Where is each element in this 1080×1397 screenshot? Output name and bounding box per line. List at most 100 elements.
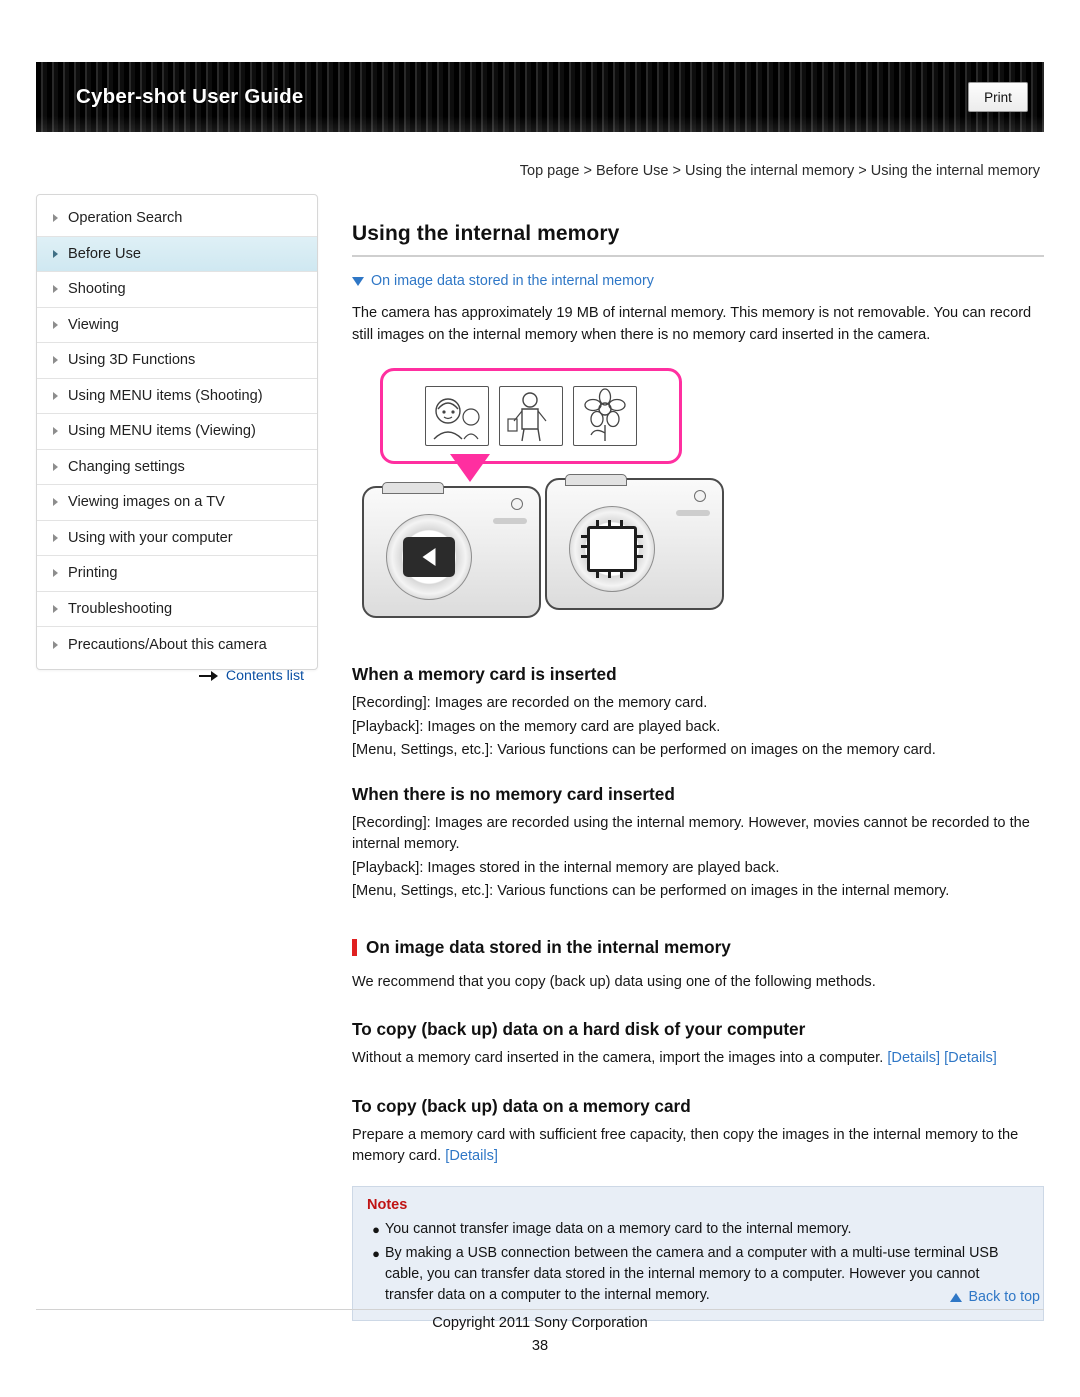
title-divider <box>352 255 1044 257</box>
sidebar-item-shooting[interactable]: Shooting <box>37 272 317 308</box>
camera-grip-stripe <box>493 518 527 524</box>
bullet-icon: ● <box>372 1221 380 1237</box>
notes-title: Notes <box>367 1196 408 1213</box>
jump-to-section-link[interactable]: On image data stored in the internal mem… <box>352 273 1044 289</box>
sidebar-navigation: Operation Search Before Use Shooting Vie… <box>36 194 318 670</box>
contents-list-label: Contents list <box>225 668 304 684</box>
sidebar-item-viewing[interactable]: Viewing <box>37 308 317 343</box>
print-button[interactable]: Print <box>968 82 1028 112</box>
sidebar-item-label: Using MENU items (Viewing) <box>68 423 256 440</box>
sidebar-item-label: Operation Search <box>68 210 183 227</box>
chevron-right-icon <box>51 497 61 507</box>
sidebar-item-operation-search[interactable]: Operation Search <box>37 201 317 237</box>
no-card-line-2: [Playback]: Images stored in the interna… <box>352 859 780 876</box>
note-item: ● You cannot transfer image data on a me… <box>367 1219 1029 1240</box>
copy-memory-card-text: Prepare a memory card with sufficient fr… <box>352 1125 1044 1168</box>
sidebar-item-changing-settings[interactable]: Changing settings <box>37 450 317 485</box>
heading-copy-hard-disk: To copy (back up) data on a hard disk of… <box>352 1019 806 1039</box>
sidebar-item-label: Changing settings <box>68 458 185 475</box>
no-card-line-1: [Recording]: Images are recorded using t… <box>352 814 1030 853</box>
heading-copy-memory-card: To copy (back up) data on a memory card <box>352 1095 691 1116</box>
sidebar-item-label: Viewing images on a TV <box>68 494 225 511</box>
camera-lens <box>569 506 655 592</box>
page-title: Using the internal memory <box>352 222 620 245</box>
heading-card-inserted: When a memory card is inserted <box>352 664 617 684</box>
sidebar-item-using-3d-functions[interactable]: Using 3D Functions <box>37 343 317 379</box>
sidebar-item-troubleshooting[interactable]: Troubleshooting <box>37 592 317 627</box>
portrait-photo-thumbnail <box>425 386 489 446</box>
person-photo-thumbnail <box>499 386 563 446</box>
flower-photo-thumbnail <box>573 386 637 446</box>
internal-memory-illustration <box>362 368 724 638</box>
sidebar-item-using-with-your-computer[interactable]: Using with your computer <box>37 521 317 556</box>
sidebar-item-label: Using MENU items (Shooting) <box>68 387 263 404</box>
camera-shutter-button <box>694 490 706 502</box>
card-inserted-line-2: [Playback]: Images on the memory card ar… <box>352 718 721 735</box>
copy-hard-disk-sentence: Without a memory card inserted in the ca… <box>352 1050 888 1066</box>
camera-lens <box>386 514 472 600</box>
note-item-text: You cannot transfer image data on a memo… <box>385 1220 852 1237</box>
sidebar-item-using-menu-items-shooting[interactable]: Using MENU items (Shooting) <box>37 379 317 414</box>
breadcrumb[interactable]: Top page > Before Use > Using the intern… <box>520 163 1040 179</box>
back-to-top-link[interactable]: Back to top <box>950 1289 1040 1305</box>
sidebar-item-label: Precautions/About this camera <box>68 636 267 653</box>
sidebar-item-label: Using with your computer <box>68 529 233 546</box>
chevron-right-icon <box>51 391 61 401</box>
details-link-hard-disk-2[interactable]: [Details] <box>944 1050 997 1066</box>
details-link-memory-card[interactable]: [Details] <box>445 1148 498 1164</box>
thumbnail-group <box>380 368 682 464</box>
heading-no-card: When there is no memory card inserted <box>352 783 675 804</box>
arrow-right-icon <box>198 671 221 681</box>
card-inserted-line-3: [Menu, Settings, etc.]: Various function… <box>352 742 936 758</box>
sidebar-item-label: Shooting <box>68 281 126 298</box>
chevron-right-icon <box>51 426 61 436</box>
chevron-right-icon <box>51 568 61 578</box>
bullet-icon: ● <box>372 1245 380 1261</box>
camera-with-memory-card <box>362 482 541 618</box>
internal-memory-chip-icon <box>581 520 643 578</box>
notes-box: Notes ● You cannot transfer image data o… <box>352 1185 1044 1321</box>
contents-list-link[interactable]: Contents list <box>36 668 316 684</box>
chevron-right-icon <box>51 213 61 223</box>
back-to-top-label: Back to top <box>968 1289 1040 1305</box>
camera-flash-housing <box>382 482 444 494</box>
footer-divider <box>36 1309 1044 1310</box>
flower-photo-icon <box>584 388 626 441</box>
sidebar-item-viewing-images-on-a-tv[interactable]: Viewing images on a TV <box>37 485 317 521</box>
chevron-right-icon <box>51 462 61 472</box>
app-title: Cyber-shot User Guide <box>76 85 304 108</box>
sidebar-item-label: Viewing <box>68 316 119 333</box>
sidebar-item-label: Before Use <box>68 245 142 262</box>
copy-hard-disk-text: Without a memory card inserted in the ca… <box>352 1048 1044 1070</box>
heading-on-image-data: On image data stored in the internal mem… <box>352 937 1044 958</box>
intro-paragraph: The camera has approximately 19 MB of in… <box>352 305 1032 343</box>
card-inserted-line-1: [Recording]: Images are recorded on the … <box>352 695 708 711</box>
person-photo-icon <box>507 392 547 442</box>
portrait-photo-icon <box>433 398 480 440</box>
camera-shutter-button <box>511 498 523 510</box>
note-item-text: By making a USB connection between the c… <box>385 1244 999 1303</box>
sidebar-item-before-use[interactable]: Before Use <box>37 236 317 272</box>
chevron-right-icon <box>51 355 61 365</box>
triangle-down-icon <box>352 276 364 286</box>
page-number: 38 <box>531 1338 549 1354</box>
page-header-banner: Cyber-shot User Guide Print <box>36 62 1044 132</box>
jump-link-label: On image data stored in the internal mem… <box>371 273 654 289</box>
sidebar-item-precautions-about-this-camera[interactable]: Precautions/About this camera <box>37 627 317 663</box>
chevron-right-icon <box>51 640 61 650</box>
memory-card-symbol <box>403 537 455 577</box>
card-notch-icon <box>422 548 436 566</box>
chevron-right-icon <box>51 284 61 294</box>
on-image-data-text: We recommend that you copy (back up) dat… <box>352 973 876 990</box>
sidebar-item-printing[interactable]: Printing <box>37 556 317 592</box>
heading-on-image-data-label: On image data stored in the internal mem… <box>366 936 731 957</box>
chevron-right-icon <box>51 320 61 330</box>
pink-pointer-arrow <box>450 454 490 482</box>
sidebar-item-using-menu-items-viewing[interactable]: Using MENU items (Viewing) <box>37 414 317 450</box>
note-item: ● By making a USB connection between the… <box>367 1243 1029 1306</box>
sidebar-item-label: Using 3D Functions <box>68 352 196 369</box>
details-link-hard-disk-1[interactable]: [Details] <box>887 1050 940 1066</box>
chevron-right-icon <box>51 249 61 259</box>
red-marker-icon <box>352 938 357 956</box>
main-content: Using the internal memory On image data … <box>352 194 1044 1321</box>
